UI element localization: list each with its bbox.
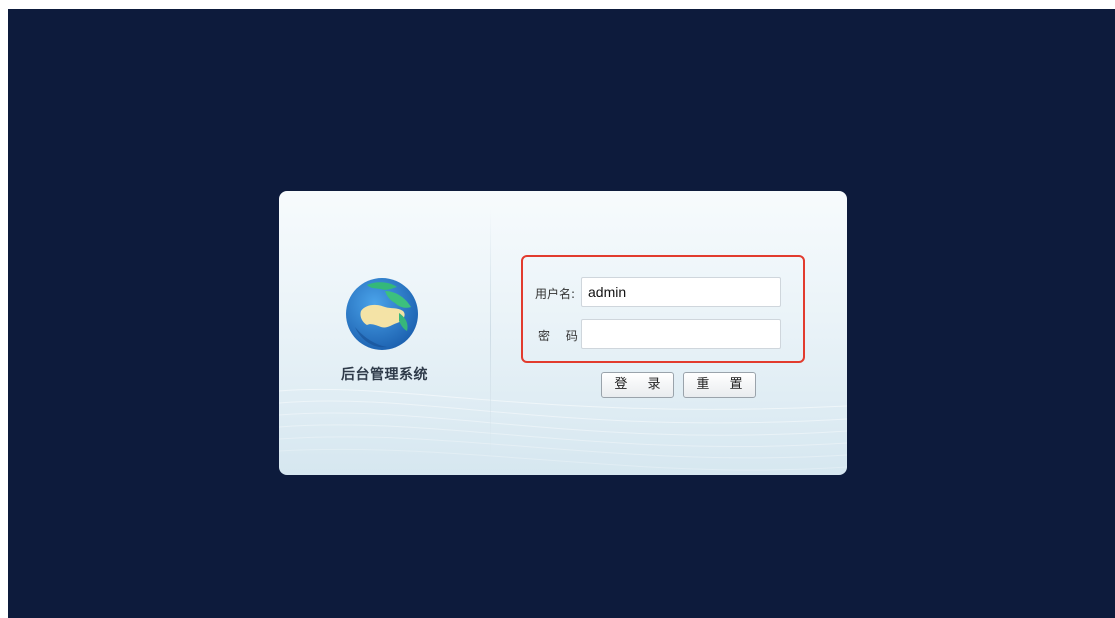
globe-icon — [346, 278, 418, 350]
login-button[interactable]: 登 录 — [601, 372, 674, 398]
username-label: 用户名: — [535, 287, 576, 301]
reset-button[interactable]: 重 置 — [683, 372, 756, 398]
logo-area: 后台管理系统 — [279, 191, 490, 475]
page-background: 后台管理系统 用户名: 密 码: 登 录 重 置 — [8, 9, 1115, 618]
login-form-highlight: 用户名: 密 码: — [521, 255, 805, 363]
login-card: 后台管理系统 用户名: 密 码: 登 录 重 置 — [279, 191, 847, 475]
panel-divider — [490, 209, 491, 459]
username-input[interactable] — [581, 277, 781, 307]
password-input[interactable] — [581, 319, 781, 349]
app-title: 后台管理系统 — [341, 367, 428, 383]
